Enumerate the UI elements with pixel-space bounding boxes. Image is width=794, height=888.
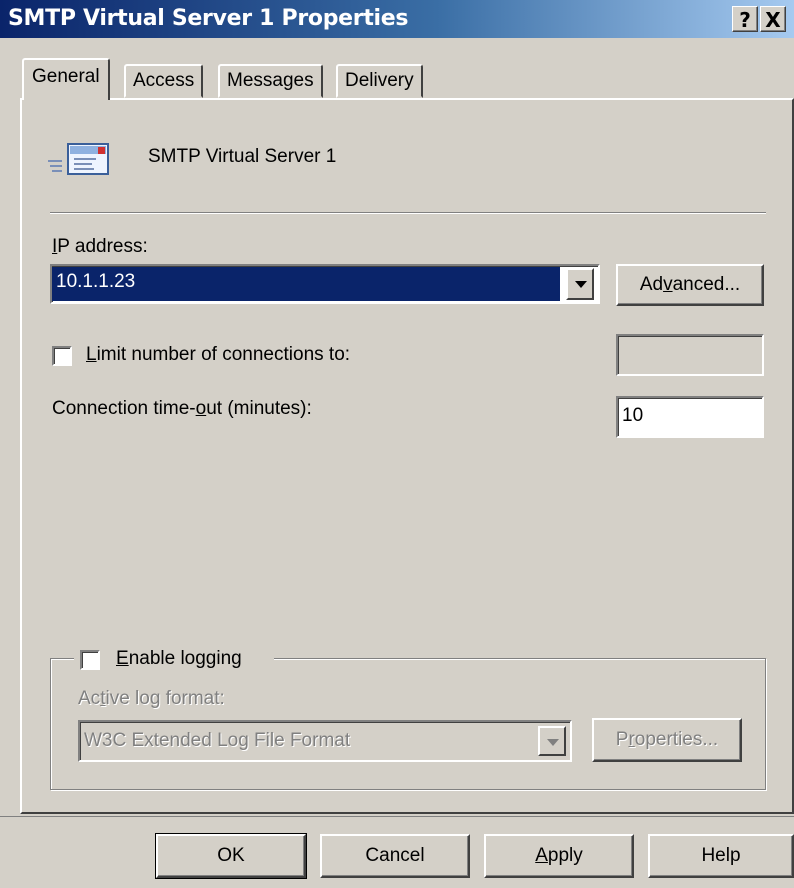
enable-logging-label: Enable logging (116, 648, 242, 669)
help-dialog-button[interactable]: Help (648, 834, 794, 878)
chevron-down-icon (547, 739, 559, 746)
tab-label: Delivery (345, 70, 414, 91)
limit-connections-label: Limit number of connections to: (86, 344, 351, 365)
divider (0, 816, 794, 817)
connection-timeout-field[interactable]: 10 (616, 396, 764, 438)
apply-button[interactable]: Apply (484, 834, 634, 878)
tab-label: Messages (227, 70, 314, 91)
tab-general[interactable]: General (22, 58, 110, 100)
tab-label: General (32, 66, 100, 87)
separator (50, 212, 766, 214)
log-format-combo[interactable]: W3C Extended Log File Format (78, 720, 572, 762)
title-bar[interactable]: SMTP Virtual Server 1 Properties ? X (0, 0, 794, 38)
cancel-button[interactable]: Cancel (320, 834, 470, 878)
limit-connections-checkbox[interactable] (52, 346, 72, 366)
ip-address-combo[interactable]: 10.1.1.23 (50, 264, 600, 304)
limit-connections-field[interactable] (616, 334, 764, 376)
smtp-envelope-icon (48, 140, 114, 183)
close-button[interactable]: X (760, 6, 786, 32)
window-title: SMTP Virtual Server 1 Properties (8, 6, 409, 31)
log-format-dropdown-button[interactable] (538, 726, 566, 756)
advanced-button[interactable]: Advanced... (616, 264, 764, 306)
ip-address-value: 10.1.1.23 (52, 267, 560, 301)
server-name: SMTP Virtual Server 1 (148, 146, 337, 167)
ip-dropdown-button[interactable] (566, 268, 594, 300)
tab-delivery[interactable]: Delivery (336, 64, 423, 98)
connection-timeout-label: Connection time-out (minutes): (52, 398, 312, 419)
chevron-down-icon (575, 281, 587, 288)
enable-logging-checkbox[interactable] (80, 650, 100, 670)
ok-button[interactable]: OK (155, 833, 307, 879)
help-button[interactable]: ? (732, 6, 758, 32)
log-properties-button[interactable]: Properties... (592, 718, 742, 762)
tab-messages[interactable]: Messages (218, 64, 323, 98)
tab-access[interactable]: Access (124, 64, 204, 98)
active-log-format-label: Active log format: (78, 688, 225, 709)
tab-label: Access (133, 70, 195, 91)
log-format-value: W3C Extended Log File Format (84, 730, 351, 751)
ip-address-label: IP address: (52, 236, 148, 257)
